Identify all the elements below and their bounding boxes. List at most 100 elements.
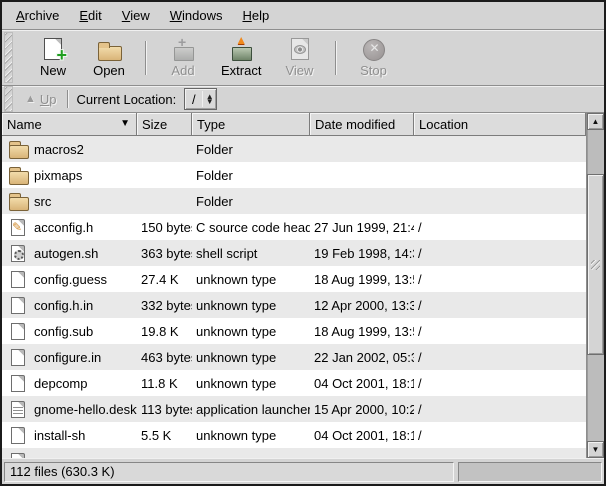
file-list-viewport: macros2 Folder pixmaps Folder src Fol [2,136,586,458]
table-row[interactable]: depcomp 11.8 K unknown type 04 Oct 2001,… [2,370,586,396]
table-row[interactable]: src Folder [2,188,586,214]
status-message: 112 files (630.3 K) [4,462,454,482]
file-type: shell script [192,240,310,266]
file-type: unknown type [192,344,310,370]
menu-help[interactable]: Help [232,3,279,28]
plain-file-icon [11,323,25,340]
location-bar-separator [67,90,69,108]
file-location: / [414,422,586,448]
file-name: depcomp [34,376,87,391]
table-row[interactable]: acconfig.h 150 bytes C source code heade… [2,214,586,240]
file-name: src [34,194,51,209]
file-size: 27.4 K [137,266,192,292]
file-location: / [414,396,586,422]
menu-view[interactable]: View [112,3,160,28]
table-row[interactable]: autogen.sh 363 bytes shell script 19 Feb… [2,240,586,266]
location-combobox[interactable]: / ▲▼ [184,88,217,110]
scrollbar-thumb[interactable] [587,174,604,355]
file-date-modified [310,162,414,188]
file-location: / [414,214,586,240]
plain-file-icon [11,271,25,288]
file-location: / [414,240,586,266]
toolbar: New Open Add Extract View Stop [2,30,604,86]
open-button[interactable]: Open [87,36,131,79]
table-row[interactable]: configure.in 463 bytes unknown type 22 J… [2,344,586,370]
current-location-label: Current Location: [77,92,177,107]
status-text: 112 files (630.3 K) [10,464,115,479]
file-name: install-sh [34,428,85,443]
table-row[interactable]: gnome-hello.desktop 113 bytes applicatio… [2,396,586,422]
table-row-partial [2,448,586,458]
column-header-date-modified[interactable]: Date modified [310,113,414,136]
column-header-type[interactable]: Type [192,113,310,136]
plain-file-icon [11,349,25,366]
menu-windows[interactable]: Windows [160,3,233,28]
column-header-location[interactable]: Location [414,113,586,136]
scrollbar-trough[interactable] [587,130,604,441]
file-date-modified [310,188,414,214]
open-button-label: Open [93,63,125,78]
up-button-label: Up [40,92,57,107]
c-header-file-icon [11,219,25,236]
table-row[interactable]: macros2 Folder [2,136,586,162]
new-button[interactable]: New [31,36,75,79]
file-name: gnome-hello.desktop [34,402,137,417]
scroll-down-icon[interactable]: ▼ [587,441,604,458]
new-archive-icon [40,37,66,62]
file-type: unknown type [192,370,310,396]
file-date-modified: 15 Apr 2000, 10:21 [310,396,414,422]
file-size [137,188,192,214]
file-name: config.h.in [34,298,93,313]
menu-bar: Archive Edit View Windows Help [2,2,604,30]
file-type: Folder [192,188,310,214]
extract-button-label: Extract [221,63,261,78]
plain-file-icon [11,297,25,314]
add-button-label: Add [171,63,194,78]
table-row[interactable]: install-sh 5.5 K unknown type 04 Oct 200… [2,422,586,448]
add-files-icon [170,37,196,62]
table-row[interactable]: pixmaps Folder [2,162,586,188]
folder-icon [8,166,28,184]
location-bar-drag-handle[interactable] [4,86,13,112]
toolbar-drag-handle[interactable] [4,32,13,83]
column-header-name[interactable]: Name ▼ [2,113,137,136]
file-location [414,136,586,162]
table-row[interactable]: config.guess 27.4 K unknown type 18 Aug … [2,266,586,292]
menu-archive[interactable]: Archive [6,3,69,28]
file-size: 150 bytes [137,214,192,240]
file-type: unknown type [192,266,310,292]
archive-manager-window: Archive Edit View Windows Help New Open … [0,0,606,486]
file-size: 5.5 K [137,422,192,448]
file-location [414,162,586,188]
file-location: / [414,318,586,344]
location-combobox-value: / [185,89,202,109]
extract-icon [228,37,254,62]
file-date-modified: 19 Feb 1998, 14:31 [310,240,414,266]
file-date-modified: 04 Oct 2001, 18:12 [310,370,414,396]
file-date-modified: 22 Jan 2002, 05:35 [310,344,414,370]
file-size [137,136,192,162]
scroll-up-icon[interactable]: ▲ [587,113,604,130]
view-button[interactable]: View [277,36,321,79]
file-location: / [414,292,586,318]
stop-button-label: Stop [360,63,387,78]
up-button[interactable]: ▲ Up [19,90,63,109]
file-size: 113 bytes [137,396,192,422]
combobox-dropdown-icon: ▲▼ [203,89,216,109]
stop-button[interactable]: Stop [351,36,395,79]
table-row[interactable]: config.h.in 332 bytes unknown type 12 Ap… [2,292,586,318]
folder-icon [8,192,28,210]
file-type: unknown type [192,422,310,448]
table-row[interactable]: config.sub 19.8 K unknown type 18 Aug 19… [2,318,586,344]
folder-icon [8,140,28,158]
column-header-size[interactable]: Size [137,113,192,136]
file-name: config.sub [34,324,93,339]
file-size: 363 bytes [137,240,192,266]
open-archive-icon [96,37,122,62]
add-button[interactable]: Add [161,36,205,79]
file-date-modified: 27 Jun 1999, 21:49 [310,214,414,240]
extract-button[interactable]: Extract [217,36,265,79]
menu-edit[interactable]: Edit [69,3,111,28]
vertical-scrollbar[interactable]: ▲ ▼ [586,113,604,458]
view-file-icon [286,37,312,62]
